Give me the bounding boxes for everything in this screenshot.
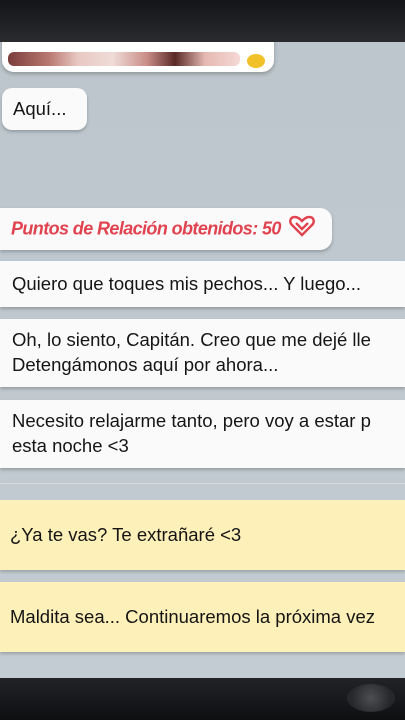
choice-label: ¿Ya te vas? Te extrañaré <3 [10,524,242,545]
top-letterbox [0,0,405,42]
relationship-points-bubble: Puntos de Relación obtenidos: 50 [0,208,332,250]
message-bubble: Necesito relajarme tanto, pero voy a est… [0,400,405,468]
message-text-line-2: esta noche <3 [12,435,129,456]
message-text-line-2: Detengámonos aquí por ahora... [12,354,279,375]
bottom-letterbox [0,678,405,720]
message-text: Aquí... [13,98,67,119]
choices-divider [0,483,405,484]
chat-screen: Aquí... Puntos de Relación obtenidos: 50… [0,42,405,678]
blurred-object [347,684,395,712]
photo-message[interactable] [2,42,274,72]
reaction-badge-icon [245,52,267,70]
photo-thumbnail[interactable] [8,52,240,66]
message-bubble: Quiero que toques mis pechos... Y luego.… [0,261,405,307]
message-text: Quiero que toques mis pechos... Y luego.… [12,273,361,294]
heart-icon [289,215,316,244]
message-bubble: Oh, lo siento, Capitán. Creo que me dejé… [0,319,405,387]
message-text-line-1: Oh, lo siento, Capitán. Creo que me dejé… [12,329,371,350]
choice-label: Maldita sea... Continuaremos la próxima … [10,606,376,627]
message-bubble: Aquí... [2,88,87,130]
choice-button[interactable]: ¿Ya te vas? Te extrañaré <3 [0,500,405,570]
message-text-line-1: Necesito relajarme tanto, pero voy a est… [12,410,371,431]
choice-button[interactable]: Maldita sea... Continuaremos la próxima … [0,582,405,652]
relationship-points-text: Puntos de Relación obtenidos: 50 [11,218,281,239]
